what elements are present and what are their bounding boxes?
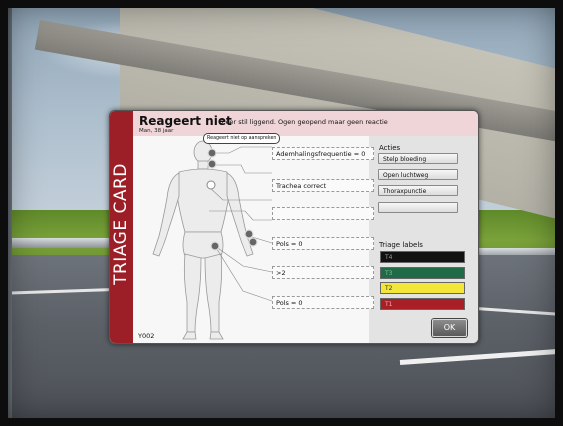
action-thoracocentesis-button[interactable]: Thoraxpunctie	[378, 185, 458, 196]
marker-hand[interactable]	[248, 237, 258, 247]
patient-info: Man, 38 jaar	[139, 128, 174, 134]
triage-label-t4-button[interactable]: T4	[380, 251, 465, 263]
card-spine-label: TRIAGE CARD	[111, 163, 131, 285]
tooltip-head: Reageert niet op aanspreken	[203, 133, 281, 144]
marker-neck[interactable]	[207, 159, 217, 169]
window-border-top	[0, 0, 563, 8]
field-trachea[interactable]: Trachea correct	[272, 179, 374, 192]
field-breathing-rate[interactable]: Ademhalingsfrequentie = 0	[272, 147, 374, 160]
window-border-left	[0, 0, 8, 426]
triage-card: TRIAGE CARD Reageert niet Zeer stil ligg…	[109, 110, 479, 344]
field-chest[interactable]	[272, 207, 374, 220]
patient-status-title: Reageert niet	[139, 114, 232, 128]
ok-button[interactable]: OK	[432, 319, 467, 337]
left-leg	[183, 253, 202, 333]
neck	[197, 160, 209, 170]
card-spine: TRIAGE CARD	[110, 111, 133, 343]
right-foot	[209, 331, 224, 340]
triage-label-t1-button[interactable]: T1	[380, 298, 465, 310]
left-arm	[152, 172, 180, 257]
marker-head[interactable]	[207, 148, 217, 158]
action-stop-bleeding-button[interactable]: Stelp bloeding	[378, 153, 458, 164]
window-border-right	[555, 0, 563, 426]
field-capillary-refill[interactable]: >2	[272, 266, 374, 279]
marker-wrist[interactable]	[244, 229, 254, 239]
patient-description: Zeer stil liggend. Ogen geopend maar gee…	[221, 118, 388, 126]
actions-heading: Acties	[379, 144, 401, 152]
action-empty-button[interactable]	[378, 202, 458, 213]
field-pulse-groin[interactable]: Pols = 0	[272, 296, 374, 309]
side-panel	[369, 136, 478, 343]
action-open-airway-button[interactable]: Open luchtweg	[378, 169, 458, 180]
torso	[176, 168, 230, 233]
field-pulse-arm[interactable]: Pols = 0	[272, 237, 374, 250]
right-leg	[204, 253, 223, 333]
triage-labels-heading: Triage labels	[379, 241, 423, 249]
window-border-bottom	[0, 418, 563, 426]
triage-label-t3-button[interactable]: T3	[380, 267, 465, 279]
triage-label-t2-button[interactable]: T2	[380, 282, 465, 294]
marker-chest[interactable]	[206, 180, 216, 190]
marker-groin[interactable]	[210, 241, 220, 251]
left-foot	[182, 331, 197, 340]
card-id: Y002	[138, 332, 155, 340]
